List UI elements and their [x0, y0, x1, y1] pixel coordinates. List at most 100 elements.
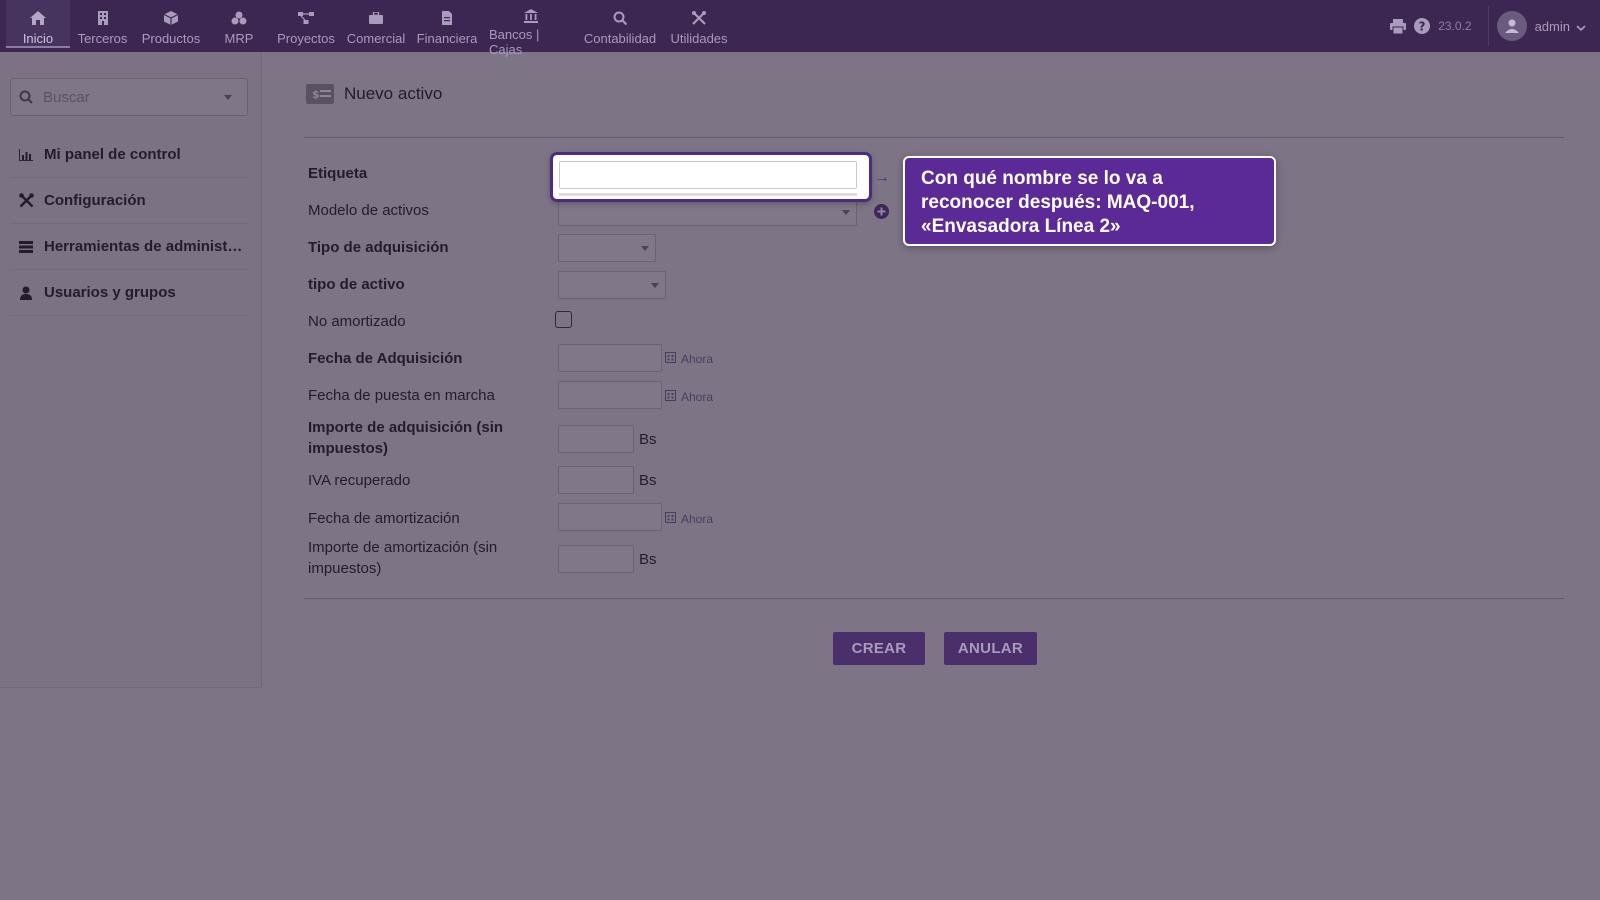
highlighted-etiqueta-field	[550, 152, 872, 202]
label-fecha-puesta: Fecha de puesta en marcha	[308, 387, 495, 404]
iva-input[interactable]	[558, 466, 634, 494]
suitcase-icon	[369, 9, 383, 27]
tools-icon	[692, 9, 706, 27]
currency-label: Bs	[639, 472, 657, 489]
topnav-financiera[interactable]: Financiera	[411, 0, 483, 48]
tipo-adquisicion-select[interactable]	[558, 234, 656, 262]
tipo-activo-select[interactable]	[558, 271, 666, 299]
fecha-amortizacion-input[interactable]	[558, 503, 662, 531]
topnav-label: Terceros	[77, 31, 128, 46]
topnav-terceros[interactable]: Terceros	[70, 0, 135, 48]
project-diagram-icon	[298, 9, 314, 27]
avatar	[1496, 11, 1527, 41]
tools-icon	[16, 193, 36, 208]
label-fecha-adquisicion: Fecha de Adquisición	[308, 350, 463, 367]
label-modelo: Modelo de activos	[308, 202, 429, 219]
left-sidebar: Buscar Mi panel de control Configuración…	[0, 52, 262, 688]
calendar-icon	[665, 390, 676, 404]
sidebar-item-label: Usuarios y grupos	[44, 284, 176, 301]
asset-money-icon: $	[306, 84, 334, 104]
fecha-adquisicion-input[interactable]	[558, 344, 662, 372]
bank-icon	[524, 9, 538, 23]
svg-text:$: $	[312, 88, 320, 101]
sidebar-item-label: Configuración	[44, 192, 146, 209]
search-box[interactable]: Buscar	[10, 78, 248, 116]
user-menu[interactable]: admin	[1487, 6, 1600, 46]
top-nav: Inicio Terceros Productos MRP Proyectos	[6, 0, 737, 57]
now-link[interactable]: Ahora	[665, 390, 713, 404]
label-importe-adquisicion: Importe de adquisición (sin impuestos)	[308, 419, 504, 457]
no-amortizado-checkbox[interactable]	[555, 311, 572, 328]
topnav-label: Financiera	[416, 31, 478, 46]
sidebar-item-label: Herramientas de administ…	[44, 238, 243, 255]
top-right-area: ? 23.0.2 admin	[1390, 0, 1600, 52]
now-link[interactable]: Ahora	[665, 512, 713, 526]
topnav-mrp[interactable]: MRP	[207, 0, 271, 48]
topnav-utilidades[interactable]: Utilidades	[661, 0, 737, 48]
topnav-bancos[interactable]: Bancos | Cajas	[483, 0, 579, 57]
arrow-right-icon: →	[874, 169, 890, 186]
topnav-label: Utilidades	[670, 31, 728, 46]
now-link[interactable]: Ahora	[665, 352, 713, 366]
sidebar-item-herramientas[interactable]: Herramientas de administ…	[10, 224, 248, 270]
home-icon	[30, 9, 46, 27]
topnav-label: Contabilidad	[583, 31, 657, 46]
sidebar-menu: Mi panel de control Configuración Herram…	[10, 132, 248, 316]
sidebar-item-configuracion[interactable]: Configuración	[10, 178, 248, 224]
topnav-label: Proyectos	[277, 31, 335, 46]
search-dollar-icon	[613, 9, 627, 27]
etiqueta-input[interactable]	[559, 161, 857, 189]
fecha-puesta-input[interactable]	[558, 381, 662, 409]
topnav-productos[interactable]: Productos	[135, 0, 207, 48]
sidebar-item-label: Mi panel de control	[44, 146, 181, 163]
divider	[304, 137, 1564, 138]
create-button[interactable]: CREAR	[833, 632, 925, 665]
now-label: Ahora	[681, 390, 714, 404]
importe-adquisicion-input[interactable]	[558, 425, 634, 453]
calendar-icon	[665, 512, 676, 526]
calendar-icon	[665, 352, 676, 366]
add-circle-icon[interactable]	[874, 204, 889, 219]
file-invoice-icon	[442, 9, 452, 27]
sidebar-item-usuarios[interactable]: Usuarios y grupos	[10, 270, 248, 316]
divider	[304, 598, 1564, 599]
cubes-icon	[231, 9, 247, 27]
importe-amortizacion-input[interactable]	[558, 545, 634, 573]
topnav-proyectos[interactable]: Proyectos	[271, 0, 341, 48]
chevron-down-icon	[1576, 19, 1586, 34]
label-fecha-amortizacion: Fecha de amortización	[308, 510, 460, 527]
building-icon	[97, 9, 108, 27]
currency-label: Bs	[639, 431, 657, 448]
help-icon[interactable]: ?	[1414, 18, 1431, 34]
cancel-button[interactable]: ANULAR	[944, 632, 1037, 665]
topnav-label: Inicio	[22, 31, 54, 46]
topnav-label: Productos	[141, 31, 201, 46]
label-tipo-adquisicion: Tipo de adquisición	[308, 239, 449, 256]
chart-icon	[16, 148, 36, 161]
page-header: $ Nuevo activo	[306, 84, 442, 104]
now-label: Ahora	[681, 512, 714, 526]
page-title: Nuevo activo	[344, 84, 443, 103]
top-menu-bar: Inicio Terceros Productos MRP Proyectos	[0, 0, 1600, 57]
print-icon[interactable]	[1390, 18, 1407, 34]
user-name: admin	[1534, 18, 1570, 34]
topnav-label: MRP	[224, 31, 254, 46]
label-importe-amortizacion: Importe de amortización (sin impuestos)	[308, 539, 498, 577]
label-tipo-activo: tipo de activo	[308, 276, 405, 293]
guide-tooltip: Con qué nombre se lo va a reconocer desp…	[903, 156, 1276, 246]
cube-icon	[164, 9, 178, 27]
search-input[interactable]: Buscar	[43, 89, 223, 106]
user-icon	[16, 286, 36, 300]
topnav-inicio[interactable]: Inicio	[6, 0, 70, 48]
topnav-label: Comercial	[346, 31, 406, 46]
topnav-comercial[interactable]: Comercial	[341, 0, 411, 48]
version-label: 23.0.2	[1438, 19, 1472, 33]
dropdown-caret-icon[interactable]	[223, 88, 241, 106]
search-icon	[19, 90, 33, 104]
topnav-contabilidad[interactable]: Contabilidad	[579, 0, 661, 48]
field-underline	[559, 193, 857, 196]
topnav-label: Bancos | Cajas	[489, 27, 540, 57]
svg-text:?: ?	[1419, 20, 1426, 34]
sidebar-item-dashboard[interactable]: Mi panel de control	[10, 132, 248, 178]
modelo-select[interactable]	[558, 198, 857, 226]
